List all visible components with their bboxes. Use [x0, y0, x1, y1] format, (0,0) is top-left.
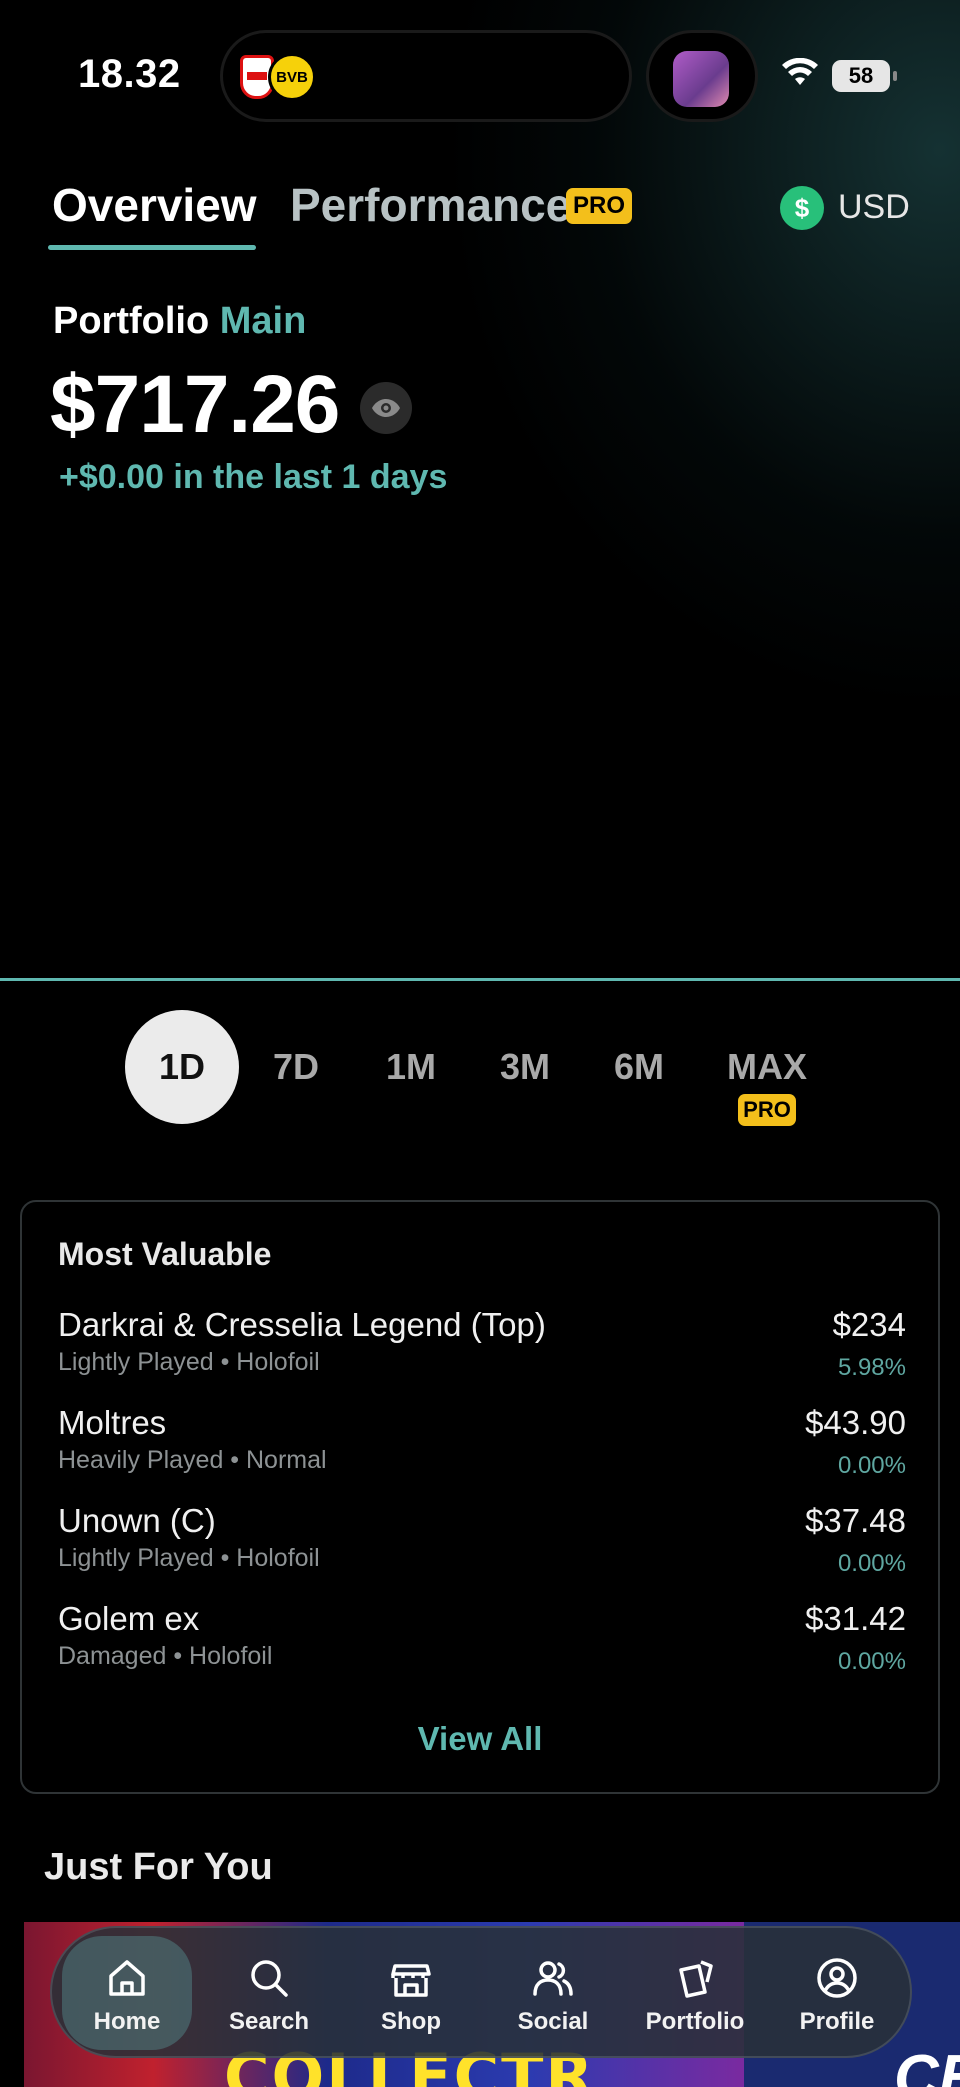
item-price: $31.42 [805, 1600, 906, 1637]
search-icon [251, 1960, 288, 1997]
currency-selector[interactable]: USD [838, 188, 910, 227]
item-name: Golem ex [58, 1600, 200, 1637]
item-name: Unown (C) [58, 1502, 216, 1539]
item-name: Darkrai & Cresselia Legend (Top) [58, 1306, 546, 1343]
list-item[interactable]: Unown (C) Lightly Played • Holofoil $37.… [58, 1502, 906, 1594]
list-item[interactable]: Darkrai & Cresselia Legend (Top) Lightly… [58, 1306, 906, 1398]
nav-search[interactable]: Search [204, 1936, 334, 2050]
tab-performance[interactable]: Performance [290, 178, 571, 232]
nav-portfolio[interactable]: Portfolio [630, 1936, 760, 2050]
nav-shop[interactable]: Shop [346, 1936, 476, 2050]
portfolio-value: $717.26 [50, 359, 340, 450]
card-title: Most Valuable [58, 1236, 272, 1272]
nav-profile[interactable]: Profile [772, 1936, 902, 2050]
item-change: 0.00% [837, 1452, 906, 1479]
nav-label: Profile [799, 2008, 875, 2035]
item-condition: Lightly Played • Holofoil [58, 1348, 320, 1376]
bvb-club-icon: BVB [268, 53, 316, 101]
nav-home[interactable]: Home [62, 1936, 192, 2050]
range-7d[interactable]: 7D [239, 1010, 353, 1124]
range-1m[interactable]: 1M [354, 1010, 468, 1124]
range-6m[interactable]: 6M [582, 1010, 696, 1124]
shop-icon [391, 1964, 431, 1997]
most-valuable-card: Most Valuable Darkrai & Cresselia Legend… [20, 1200, 940, 1794]
portfolio-icon [679, 1960, 713, 1998]
nav-label: Social [517, 2008, 589, 2035]
range-1d[interactable]: 1D [125, 1010, 239, 1124]
wifi-icon [782, 58, 818, 85]
item-name: Moltres [58, 1404, 167, 1441]
bottom-navigation: Home Search Shop Social Portfolio Profil… [50, 1926, 912, 2058]
item-price: $234 [832, 1306, 906, 1343]
nav-label: Search [228, 2008, 310, 2035]
portfolio-title[interactable]: Portfolio Main [53, 300, 306, 343]
toggle-visibility-button[interactable] [360, 382, 412, 434]
profile-icon [817, 1958, 857, 1998]
list-item[interactable]: Golem ex Damaged • Holofoil $31.42 0.00% [58, 1600, 906, 1692]
list-item[interactable]: Moltres Heavily Played • Normal $43.90 0… [58, 1404, 906, 1496]
max-pro-badge: PRO [738, 1094, 796, 1126]
social-icon [533, 1961, 573, 1996]
status-time: 18.32 [78, 52, 181, 96]
portfolio-name[interactable]: Main [220, 300, 307, 342]
portfolio-change: +$0.00 in the last 1 days [59, 458, 448, 496]
tab-overview[interactable]: Overview [52, 178, 257, 232]
item-condition: Lightly Played • Holofoil [58, 1544, 320, 1572]
tab-active-indicator [48, 245, 256, 250]
section-title: Just For You [44, 1846, 273, 1888]
pro-badge: PRO [566, 188, 632, 224]
item-change: 5.98% [837, 1354, 906, 1381]
nav-label: Portfolio [645, 2008, 745, 2035]
home-icon [109, 1960, 145, 1996]
app-thumbnail-icon [673, 51, 729, 107]
item-price: $37.48 [805, 1502, 906, 1539]
nav-label: Home [93, 2008, 161, 2035]
banner2-logo-text: CE [894, 2043, 960, 2087]
item-change: 0.00% [837, 1550, 906, 1577]
eye-icon [372, 399, 400, 417]
item-change: 0.00% [837, 1648, 906, 1675]
nav-label: Shop [381, 2008, 441, 2035]
battery-icon: 58 [832, 60, 897, 92]
view-all-button[interactable]: View All [22, 1720, 938, 1758]
nav-social[interactable]: Social [488, 1936, 618, 2050]
portfolio-label: Portfolio [53, 300, 210, 342]
dollar-icon[interactable]: $ [780, 186, 824, 230]
item-condition: Damaged • Holofoil [58, 1642, 273, 1670]
item-condition: Heavily Played • Normal [58, 1446, 327, 1474]
portfolio-chart-line [0, 978, 960, 981]
item-price: $43.90 [805, 1404, 906, 1441]
range-3m[interactable]: 3M [468, 1010, 582, 1124]
